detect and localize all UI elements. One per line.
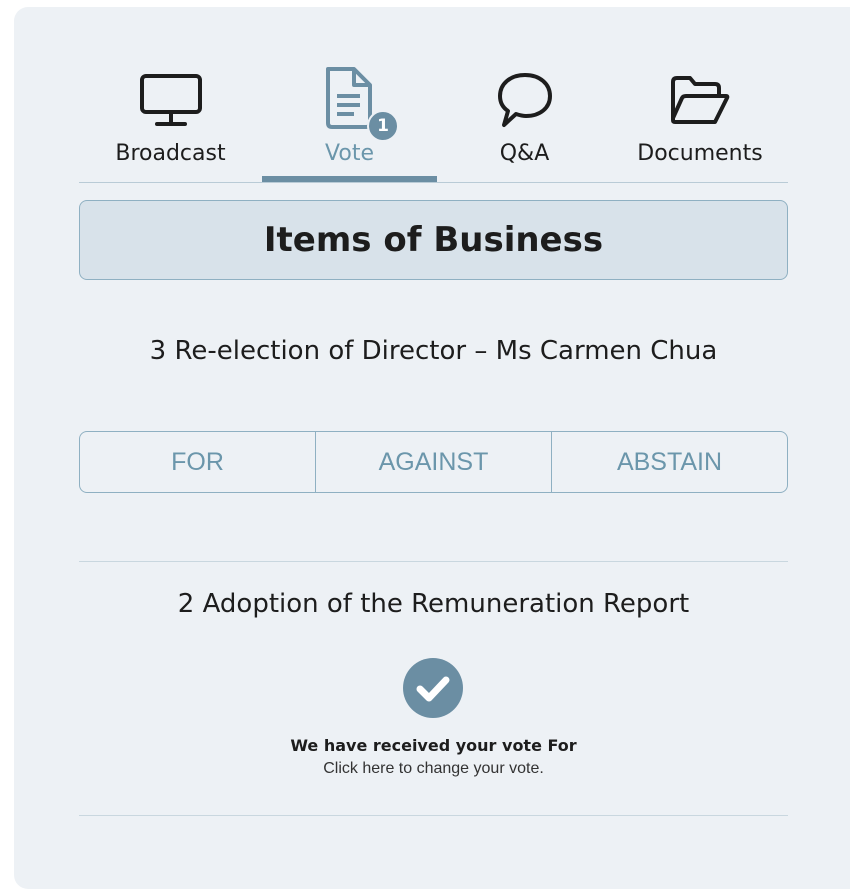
tab-divider	[79, 182, 788, 183]
item-title-done: 2 Adoption of the Remuneration Report	[177, 589, 690, 619]
item-title-current: 3 Re-election of Director – Ms Carmen Ch…	[149, 336, 718, 366]
check-circle-icon	[403, 658, 463, 718]
tab-broadcast[interactable]: Broadcast	[79, 64, 262, 182]
vote-abstain-button[interactable]: ABSTAIN	[552, 432, 787, 492]
vote-count-badge: 1	[367, 110, 399, 142]
vote-received-value: For	[547, 736, 577, 755]
section-header: Items of Business	[79, 200, 788, 280]
tab-qa[interactable]: Q&A	[437, 64, 612, 182]
tab-vote[interactable]: 1 Vote	[262, 64, 437, 182]
tab-bar: Broadcast 1 Vote Q&A Documents	[79, 64, 788, 182]
monitor-icon	[79, 70, 262, 130]
bottom-separator	[79, 815, 788, 816]
item-separator	[79, 561, 788, 562]
speech-bubble-icon	[437, 70, 612, 130]
vote-options: FOR AGAINST ABSTAIN	[79, 431, 788, 493]
change-vote-link[interactable]: Click here to change your vote.	[79, 760, 788, 778]
tab-broadcast-label: Broadcast	[115, 141, 226, 166]
folder-icon	[612, 70, 788, 130]
section-title: Items of Business	[263, 220, 604, 260]
tab-documents-label: Documents	[637, 141, 763, 166]
tab-vote-label: Vote	[325, 141, 374, 166]
vote-received-text: We have received your vote	[290, 736, 548, 755]
vote-against-button[interactable]: AGAINST	[316, 432, 552, 492]
vote-for-button[interactable]: FOR	[80, 432, 316, 492]
vote-received-message: We have received your vote For	[79, 736, 788, 755]
document-icon	[262, 67, 437, 130]
tab-qa-label: Q&A	[499, 141, 550, 166]
tab-documents[interactable]: Documents	[612, 64, 788, 182]
